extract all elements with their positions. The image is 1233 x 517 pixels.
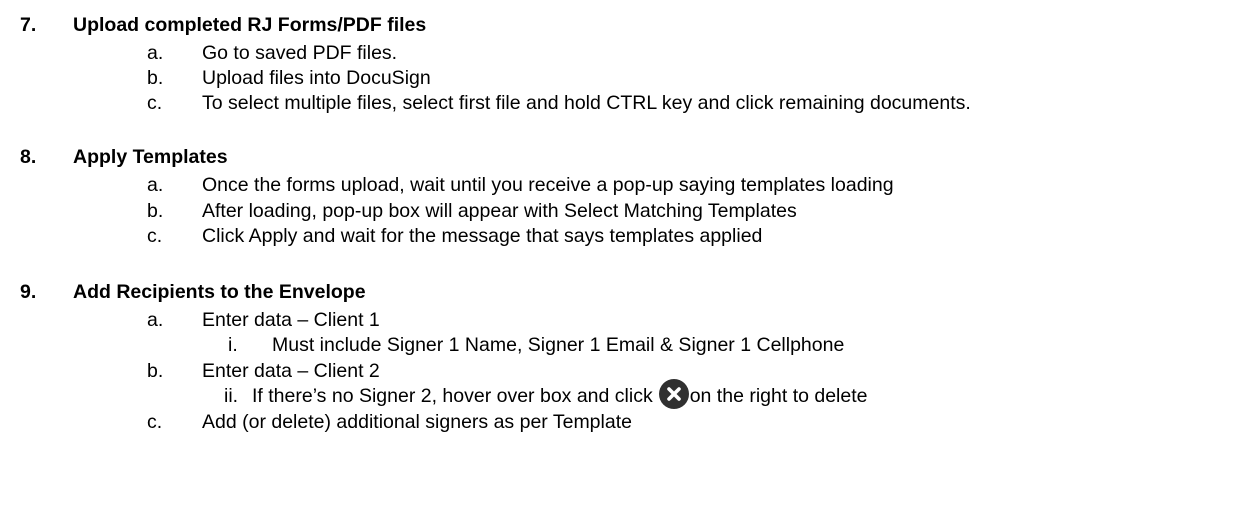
section-7-heading: 7. Upload completed RJ Forms/PDF files	[20, 13, 580, 37]
list-item: c. To select multiple files, select firs…	[147, 91, 1227, 115]
list-item: b. After loading, pop-up box will appear…	[147, 199, 1147, 223]
item-marker: a.	[147, 174, 164, 196]
list-item: b. Enter data – Client 2	[147, 359, 747, 383]
item-text: Add (or delete) additional signers as pe…	[202, 411, 632, 433]
item-marker: c.	[147, 92, 163, 114]
item-marker: b.	[147, 200, 164, 222]
item-marker: b.	[147, 360, 164, 382]
item-text: Click Apply and wait for the message tha…	[202, 225, 763, 247]
list-item-sub: ii. If there’s no Signer 2, hover over b…	[224, 379, 1124, 410]
item-text: Must include Signer 1 Name, Signer 1 Ema…	[272, 334, 845, 356]
item-text: Enter data – Client 2	[202, 360, 380, 382]
section-number: 7.	[20, 14, 37, 36]
item-marker: i.	[228, 334, 238, 356]
section-number: 8.	[20, 146, 37, 168]
item-text-after: on the right to delete	[689, 385, 868, 407]
item-text: Once the forms upload, wait until you re…	[202, 174, 894, 196]
item-text: Enter data – Client 1	[202, 309, 380, 331]
item-text: Upload files into DocuSign	[202, 67, 431, 89]
item-marker: b.	[147, 67, 164, 89]
item-marker: a.	[147, 309, 164, 331]
item-marker: c.	[147, 225, 163, 247]
item-text-before: If there’s no Signer 2, hover over box a…	[252, 385, 653, 407]
section-title: Upload completed RJ Forms/PDF files	[73, 14, 427, 36]
section-title: Add Recipients to the Envelope	[73, 281, 366, 303]
list-item: a. Go to saved PDF files.	[147, 41, 747, 65]
list-item: c. Add (or delete) additional signers as…	[147, 410, 847, 434]
list-item: a. Enter data – Client 1	[147, 308, 747, 332]
item-marker: ii.	[224, 385, 239, 407]
list-item: c. Click Apply and wait for the message …	[147, 224, 1147, 248]
list-item: a. Once the forms upload, wait until you…	[147, 173, 1147, 197]
item-text: After loading, pop-up box will appear wi…	[202, 200, 797, 222]
section-title: Apply Templates	[73, 146, 228, 168]
list-item: b. Upload files into DocuSign	[147, 66, 747, 90]
section-9-heading: 9. Add Recipients to the Envelope	[20, 280, 620, 304]
item-marker: a.	[147, 42, 164, 64]
close-circle-icon	[658, 379, 689, 410]
item-text: Go to saved PDF files.	[202, 42, 398, 64]
list-item-sub: i. Must include Signer 1 Name, Signer 1 …	[228, 333, 1128, 357]
item-marker: c.	[147, 411, 163, 433]
section-8-heading: 8. Apply Templates	[20, 145, 420, 169]
item-text: To select multiple files, select first f…	[202, 92, 971, 114]
instruction-document: 7. Upload completed RJ Forms/PDF files a…	[0, 0, 1233, 517]
section-number: 9.	[20, 281, 37, 303]
